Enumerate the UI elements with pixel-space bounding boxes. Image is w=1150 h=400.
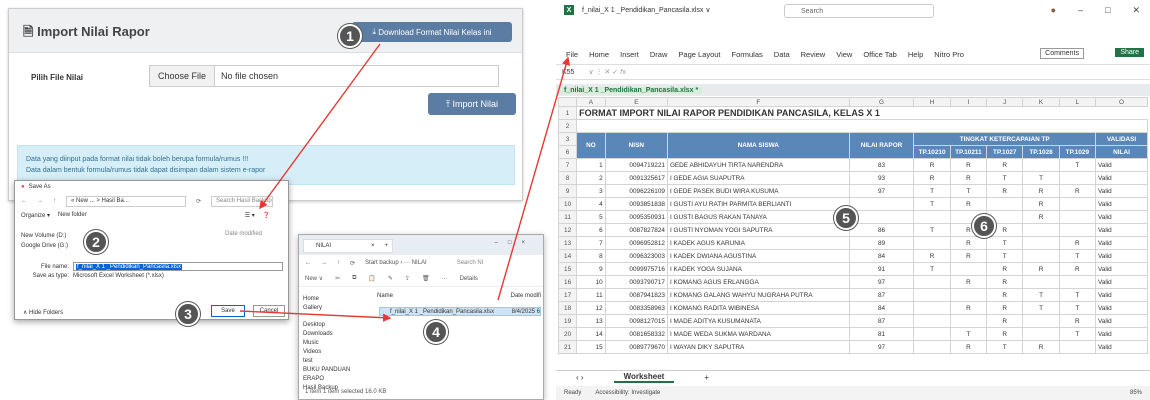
step-marker-5: 5 xyxy=(834,206,858,230)
arrow-4-to-excel xyxy=(497,56,571,301)
step-marker-1: 1 xyxy=(338,24,362,48)
step-marker-6: 6 xyxy=(972,214,996,238)
step-marker-2: 2 xyxy=(84,230,108,254)
step-marker-4: 4 xyxy=(424,320,448,344)
step-marker-3: 3 xyxy=(176,302,200,326)
arrow-1-to-dialog xyxy=(259,43,381,210)
step-arrows xyxy=(239,43,571,322)
arrow-3-to-explorer xyxy=(239,310,392,322)
